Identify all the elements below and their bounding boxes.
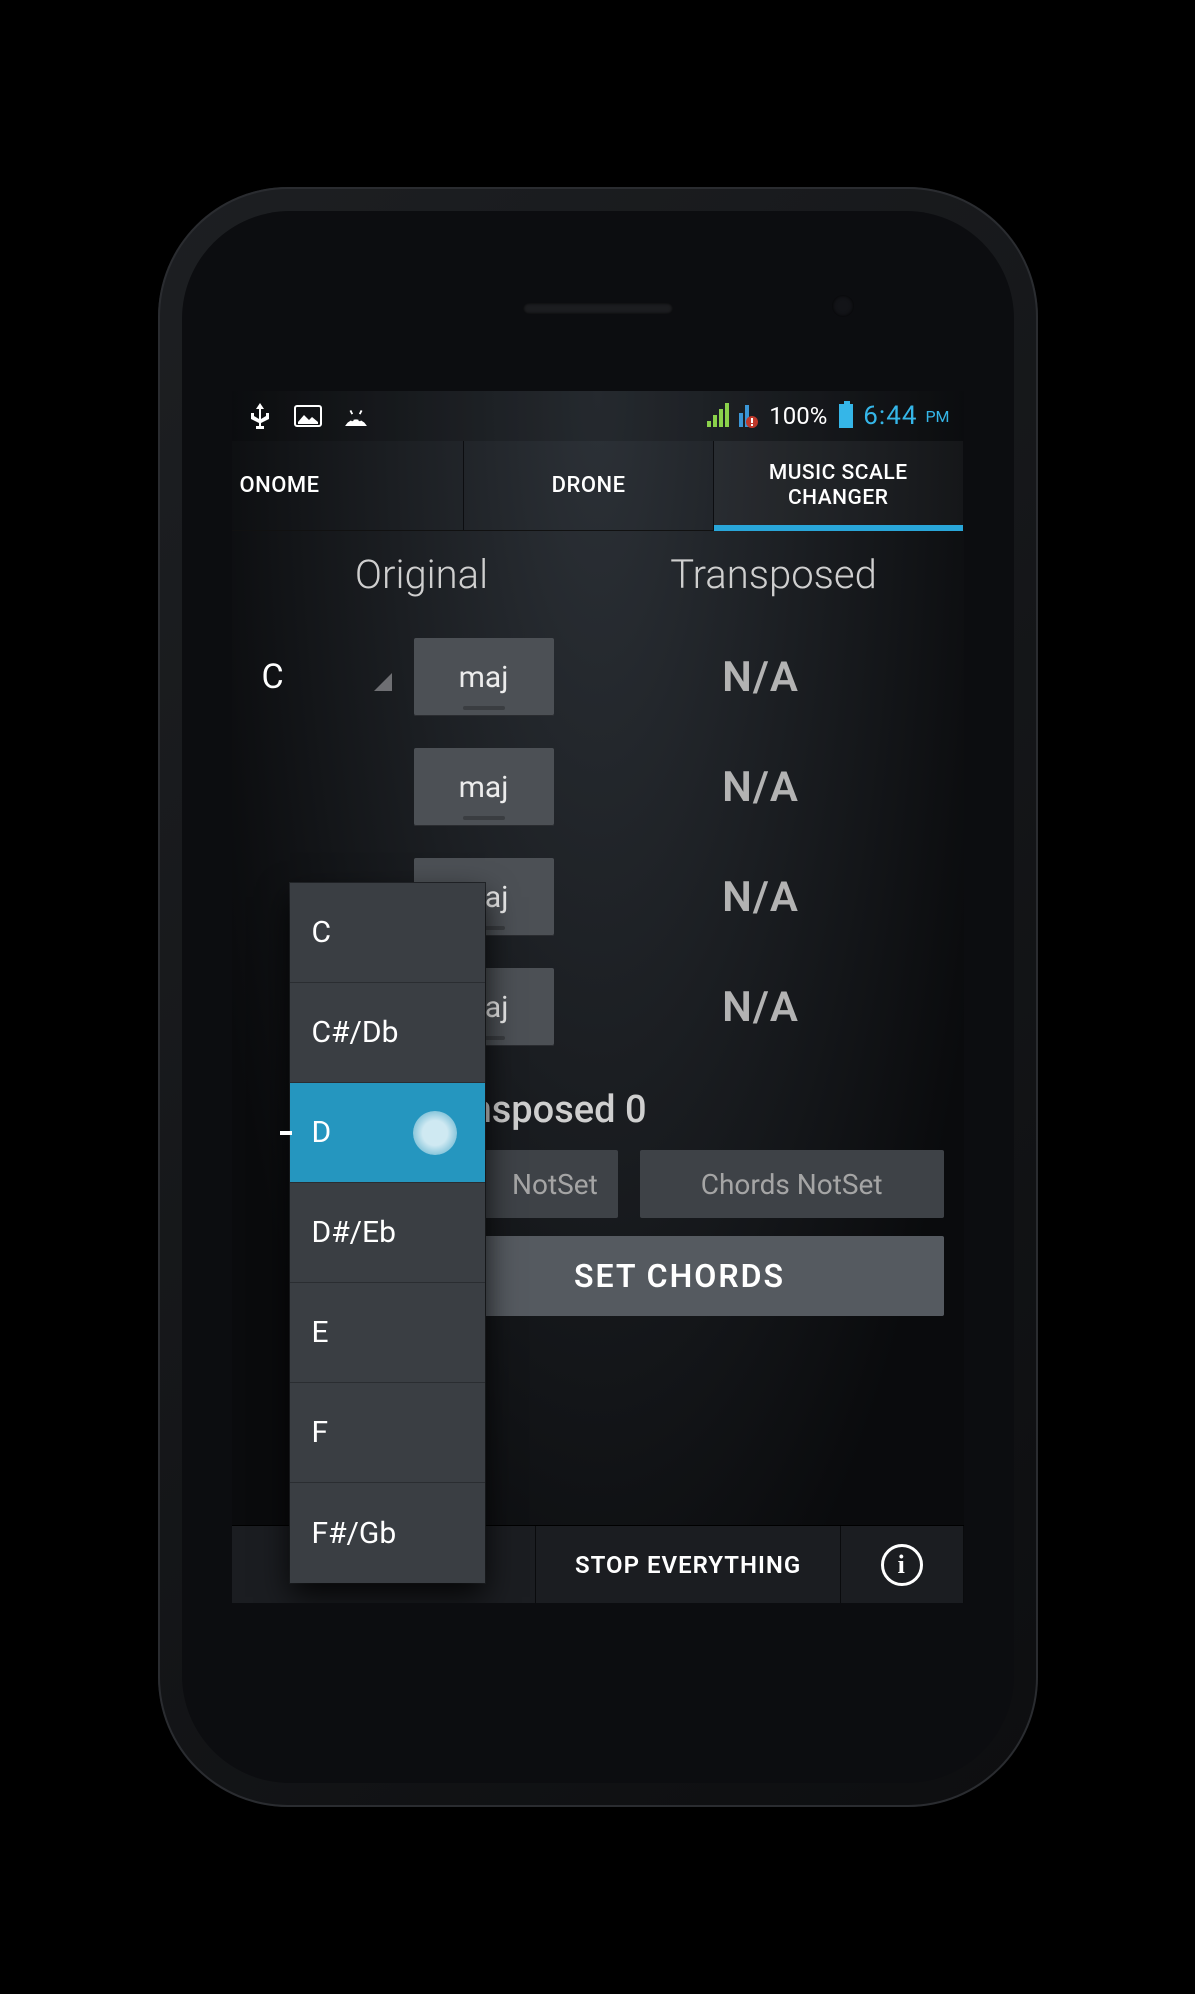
button-label: STOP EVERYTHING — [575, 1551, 801, 1579]
dropdown-item[interactable]: C#/Db — [290, 983, 485, 1083]
quality-label: maj — [459, 770, 509, 805]
clock-ampm: PM — [925, 407, 949, 426]
phone-camera — [832, 295, 854, 317]
header-transposed: Transposed — [598, 551, 950, 598]
transposed-title: Transposed 0 — [416, 1088, 950, 1132]
transposed-value: N/A — [572, 763, 950, 812]
dropdown-item-label: D — [312, 1115, 332, 1150]
clock-time: 6:44 — [863, 401, 917, 431]
dropdown-indicator-icon — [374, 673, 392, 691]
transposed-value: N/A — [572, 873, 950, 922]
dropdown-item-label: C — [312, 915, 332, 950]
info-button[interactable]: i — [841, 1526, 964, 1603]
usb-icon — [246, 402, 274, 430]
app-screen: 100% 6:44 PM ONOME DRONE MUSIC SCALE C — [232, 391, 964, 1603]
dropdown-item-label: C#/Db — [312, 1015, 399, 1050]
column-headers: Original Transposed — [246, 551, 950, 598]
signal-icon — [707, 405, 729, 427]
stop-everything-button[interactable]: STOP EVERYTHING — [536, 1526, 841, 1603]
dropdown-item[interactable]: F#/Gb — [290, 1483, 485, 1583]
phone-frame: 100% 6:44 PM ONOME DRONE MUSIC SCALE C — [158, 187, 1038, 1807]
battery-icon — [839, 404, 853, 428]
chord-row: maj N/A — [246, 732, 950, 842]
dropdown-item-label: F#/Gb — [312, 1516, 397, 1551]
set-chords-button[interactable]: SET CHORDS — [416, 1236, 944, 1316]
tab-music-scale-changer[interactable]: MUSIC SCALE CHANGER — [714, 441, 964, 530]
signal2-icon — [739, 405, 759, 427]
picture-icon — [294, 402, 322, 430]
notset-button-right[interactable]: Chords NotSet — [640, 1150, 944, 1218]
tab-label: MUSIC SCALE CHANGER — [769, 461, 908, 509]
note-value: C — [262, 657, 284, 697]
dropdown-item-label: D#/Eb — [312, 1215, 396, 1250]
dropdown-item[interactable]: F — [290, 1383, 485, 1483]
tab-label: DRONE — [552, 473, 626, 498]
tab-metronome[interactable]: ONOME — [232, 441, 465, 530]
quality-label: maj — [459, 660, 509, 695]
button-label: SET CHORDS — [574, 1257, 785, 1295]
quality-button[interactable]: maj — [414, 638, 554, 716]
info-icon: i — [881, 1544, 923, 1586]
tab-label: ONOME — [240, 473, 320, 498]
tab-drone[interactable]: DRONE — [464, 441, 714, 530]
status-bar: 100% 6:44 PM — [232, 391, 964, 441]
tab-bar: ONOME DRONE MUSIC SCALE CHANGER — [232, 441, 964, 531]
transposed-value: N/A — [572, 983, 950, 1032]
chord-row: C maj N/A — [246, 622, 950, 732]
note-dropdown: C C#/Db D D#/Eb E F F#/Gb — [290, 883, 485, 1583]
quality-button[interactable]: maj — [414, 748, 554, 826]
button-label: Chords NotSet — [701, 1168, 883, 1201]
transposed-value: N/A — [572, 653, 950, 702]
header-original: Original — [246, 551, 598, 598]
content-area: Original Transposed C maj N/A — [232, 531, 964, 1603]
dropdown-item[interactable]: E — [290, 1283, 485, 1383]
dropdown-item[interactable]: C — [290, 883, 485, 983]
battery-percent: 100% — [769, 402, 827, 430]
dropdown-item[interactable]: D#/Eb — [290, 1183, 485, 1283]
dropdown-item-selected[interactable]: D — [290, 1083, 485, 1183]
note-spinner[interactable]: C — [246, 657, 396, 697]
dropdown-item-label: F — [312, 1415, 329, 1450]
button-label: NotSet — [512, 1168, 598, 1201]
android-icon — [342, 402, 370, 430]
phone-speaker — [523, 303, 673, 314]
touch-ripple-icon — [413, 1111, 457, 1155]
dropdown-item-label: E — [312, 1315, 329, 1350]
